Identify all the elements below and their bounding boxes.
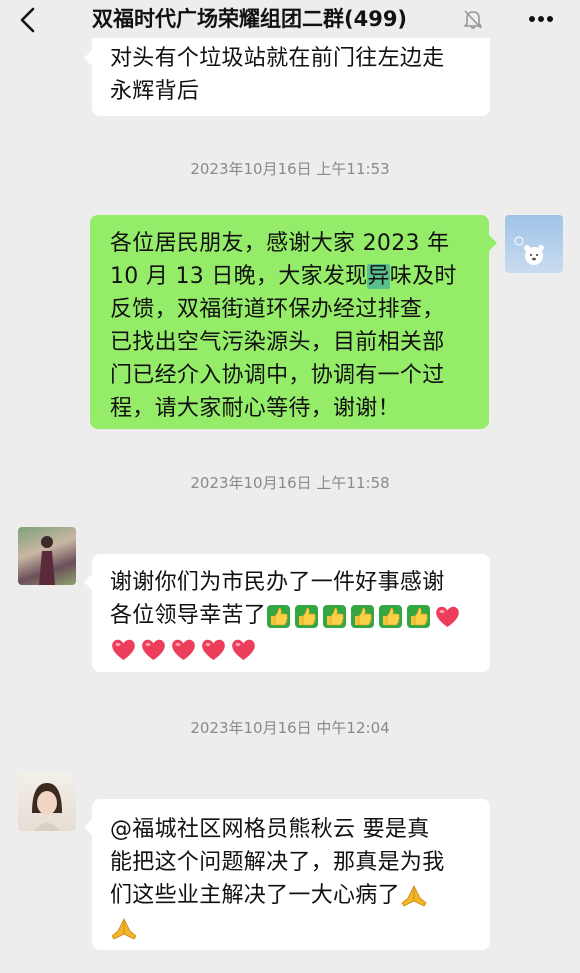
chat-area[interactable]: 对头有个垃圾站就在前门往左边走 永辉背后 2023年10月16日 上午11:53… <box>0 0 580 973</box>
avatar[interactable] <box>18 773 76 831</box>
timestamp: 2023年10月16日 上午11:53 <box>190 160 390 178</box>
message-text: 们这些业主解决了一大心病了 <box>110 879 472 912</box>
message-text: 10 月 13 日晚，大家发现异味及时 <box>110 264 457 289</box>
thumbs-up-emoji-icon <box>350 604 375 629</box>
message-text: 程，请大家耐心等待，谢谢！ <box>110 396 400 421</box>
thumbs-up-emoji-icon <box>378 604 403 629</box>
emoji-row <box>400 884 428 908</box>
heart-emoji-icon <box>230 637 257 662</box>
emoji-row <box>110 917 138 941</box>
timestamp: 2023年10月16日 中午12:04 <box>190 719 390 737</box>
person-photo-icon <box>32 783 62 831</box>
message-bubble[interactable]: 谢谢你们为市民办了一件好事感谢 各位领导幸苦了 <box>84 554 490 672</box>
person-photo-icon <box>39 536 55 585</box>
thumbs-up-emoji-icon <box>266 604 291 629</box>
message-text: 反馈，双福街道环保办经过排查， <box>110 297 445 322</box>
thumbs-up-emoji-icon <box>406 604 431 629</box>
message-text: 门已经介入协调中，协调有一个过 <box>110 363 445 388</box>
message-text: 已找出空气污染源头，目前相关部 <box>110 330 445 355</box>
heart-emoji-icon <box>200 637 227 662</box>
pray-emoji-icon <box>110 917 138 941</box>
bear-avatar-icon <box>514 236 544 265</box>
self-avatar[interactable] <box>505 215 563 273</box>
bell-muted-icon <box>464 10 482 29</box>
message-text: 谢谢你们为市民办了一件好事感谢 <box>110 570 445 595</box>
more-button[interactable] <box>526 8 556 30</box>
emoji-row <box>266 604 461 629</box>
message-text: 各位领导幸苦了 <box>110 599 472 632</box>
emoji-row <box>110 637 257 662</box>
back-arrow-icon <box>20 7 35 33</box>
message-bubble-self[interactable]: 各位居民朋友，感谢大家 2023 年 10 月 13 日晚，大家发现异味及时 反… <box>90 215 497 429</box>
pray-emoji-icon <box>400 884 428 908</box>
heart-emoji-icon <box>110 637 137 662</box>
chat-header: 双福时代广场荣耀组团二群(499) <box>0 0 580 38</box>
message-text: @福城社区网格员熊秋云 要是真 <box>110 817 430 842</box>
message-bubble[interactable]: @福城社区网格员熊秋云 要是真 能把这个问题解决了，那真是为我 们这些业主解决了… <box>84 799 490 950</box>
message-text: 能把这个问题解决了，那真是为我 <box>110 850 445 875</box>
heart-emoji-icon <box>170 637 197 662</box>
thumbs-up-emoji-icon <box>322 604 347 629</box>
heart-emoji-icon <box>434 604 461 629</box>
emoji-line <box>110 912 472 945</box>
emoji-line <box>110 632 472 665</box>
mute-indicator <box>462 8 484 30</box>
message-text: 各位居民朋友，感谢大家 2023 年 <box>110 231 450 256</box>
avatar[interactable] <box>18 527 76 585</box>
message-text: 永辉背后 <box>110 79 200 104</box>
chat-title: 双福时代广场荣耀组团二群(499) <box>92 7 408 31</box>
timestamp: 2023年10月16日 上午11:58 <box>190 474 390 492</box>
message-text: 对头有个垃圾站就在前门往左边走 <box>110 46 445 71</box>
more-dots-icon <box>529 16 553 22</box>
back-button[interactable] <box>14 6 42 34</box>
thumbs-up-emoji-icon <box>294 604 319 629</box>
text-selection-highlight: 异 <box>367 264 390 289</box>
heart-emoji-icon <box>140 637 167 662</box>
message-bubble[interactable]: 对头有个垃圾站就在前门往左边走 永辉背后 <box>84 30 490 116</box>
